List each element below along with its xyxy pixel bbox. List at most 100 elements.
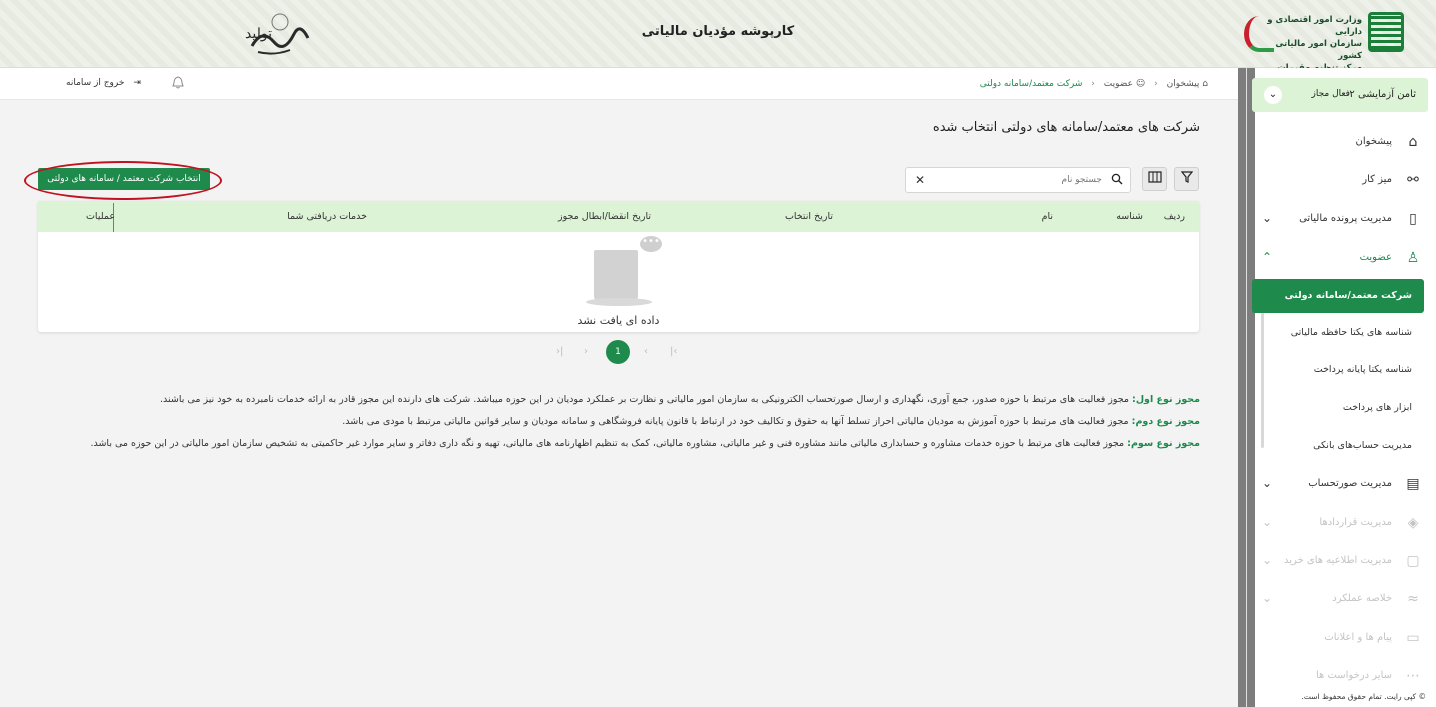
note-title: مجوز نوع سوم: [1127, 438, 1200, 449]
search-icon[interactable] [1111, 173, 1123, 188]
note-title: مجوز نوع اول: [1132, 394, 1200, 405]
sidebar-item-tax-file[interactable]: ▯ مدیریت پرونده مالیاتی ⌄ [1252, 205, 1428, 233]
note-text: مجوز فعالیت های مرتبط با حوزه آموزش به م… [342, 416, 1132, 427]
table-header: ردیف شناسه نام تاریخ انتخاب تاریخ انقضا/… [38, 201, 1199, 232]
last-page-icon[interactable]: ›| [670, 346, 677, 357]
app-title: کارپوشه مؤدیان مالیاتی [641, 24, 795, 39]
profile-role: فعال مجاز [1311, 89, 1350, 99]
logout-button[interactable]: ⇥ خروج از سامانه [66, 78, 141, 88]
prev-page-icon[interactable]: ‹ [584, 346, 588, 357]
sidebar-item-label: میز کار [1362, 174, 1392, 185]
license-notes: مجوز نوع اول: مجوز فعالیت های مرتبط با ح… [80, 392, 1200, 458]
user-icon: ♙ [1406, 250, 1420, 266]
breadcrumb-home[interactable]: پیشخوان [1167, 79, 1200, 89]
sidebar-item-other-requests: ⋯ سایر درخواست ها [1252, 662, 1428, 690]
note-text: مجوز فعالیت های مرتبط با حوزه خدمات مشاو… [90, 438, 1128, 449]
columns-button[interactable] [1142, 167, 1167, 191]
sidebar-item-label: پیشخوان [1355, 136, 1392, 147]
chat-bubble-icon: ••• [640, 236, 662, 252]
note-title: مجوز نوع دوم: [1131, 416, 1200, 427]
sidebar-subitem-label: ابزار های پرداخت [1342, 402, 1412, 413]
chevron-down-icon: ⌄ [1262, 211, 1273, 225]
sidebar-subitem-trusted-company[interactable]: شرکت معتمد/سامانه دولتی [1252, 279, 1424, 313]
chevron-down-icon[interactable]: ⌄ [1264, 86, 1282, 104]
search-input[interactable] [952, 172, 1102, 188]
empty-state-text: داده ای یافت نشد [577, 314, 660, 327]
org-line-1: وزارت امور اقتصادی و دارایی [1267, 15, 1362, 37]
sidebar-subitem-payment-tools[interactable]: ابزار های پرداخت [1252, 391, 1424, 425]
sidebar-subitem-bank-accounts[interactable]: مدیریت حساب‌های بانکی [1252, 429, 1424, 463]
chart-icon: ≈ [1407, 591, 1419, 607]
note-type-1: مجوز نوع اول: مجوز فعالیت های مرتبط با ح… [80, 392, 1200, 407]
breadcrumb-separator: ‹ [1154, 79, 1158, 89]
sidebar-item-label: مدیریت اطلاعیه های خرید [1284, 555, 1392, 566]
sidebar-subitem-label: شرکت معتمد/سامانه دولتی [1284, 290, 1412, 301]
clear-icon[interactable]: ✕ [915, 173, 925, 187]
workflow-icon: ⚯ [1407, 172, 1419, 188]
bag-icon: ▢ [1406, 553, 1420, 569]
sidebar-subitem-terminal-ids[interactable]: شناسه یکتا پایانه پرداخت [1252, 353, 1424, 387]
sidebar-item-label: عضویت [1359, 252, 1392, 263]
note-type-2: مجوز نوع دوم: مجوز فعالیت های مرتبط با ح… [80, 414, 1200, 429]
org-line-2: سازمان امور مالیاتی کشور [1275, 39, 1362, 61]
sidebar-item-membership[interactable]: ♙ عضویت ⌃ [1252, 244, 1428, 272]
first-page-icon[interactable]: |‹ [556, 346, 563, 357]
profile-selector[interactable]: ثامن آزمایشی ۲ فعال مجاز ⌄ [1252, 78, 1428, 112]
home-icon: ⌂ [1408, 134, 1418, 150]
sidebar-item-performance: ≈ خلاصه عملکرد ⌄ [1252, 585, 1428, 613]
chevron-down-icon: ⌄ [1262, 515, 1273, 529]
emblem-icon [1368, 12, 1404, 52]
logout-label: خروج از سامانه [66, 78, 125, 88]
chevron-down-icon: ⌄ [1262, 476, 1273, 490]
sidebar-subitem-label: شناسه های یکتا حافظه مالیاتی [1290, 327, 1412, 338]
sidebar-item-dashboard[interactable]: ⌂ پیشخوان [1252, 128, 1428, 156]
column-header-row: ردیف [1163, 211, 1185, 222]
column-header-services: خدمات دریافتی شما [287, 211, 367, 222]
document-icon: ▯ [1409, 211, 1417, 227]
sidebar-item-label: مدیریت پرونده مالیاتی [1299, 213, 1392, 224]
sidebar-item-contracts: ◈ مدیریت قراردادها ⌄ [1252, 509, 1428, 537]
profile-name: ثامن آزمایشی ۲ [1349, 89, 1416, 100]
top-bar: ⌂ پیشخوان ‹ ☺ عضویت ‹ شرکت معتمد/سامانه … [0, 68, 1246, 100]
sidebar-item-workdesk[interactable]: ⚯ میز کار [1252, 166, 1428, 194]
column-header-select-date: تاریخ انتخاب [784, 211, 833, 222]
swoosh-icon [1244, 16, 1274, 52]
sidebar-item-invoices[interactable]: ▤ مدیریت صورتحساب ⌄ [1252, 470, 1428, 498]
organization-logo: وزارت امور اقتصادی و دارایی سازمان امور … [1244, 12, 1404, 73]
breadcrumb-current: شرکت معتمد/سامانه دولتی [979, 79, 1083, 89]
sidebar-item-label: مدیریت صورتحساب [1308, 478, 1392, 489]
app-header: کارپوشه مؤدیان مالیاتی وزارت امور اقتصاد… [0, 0, 1436, 73]
handshake-icon: ◈ [1407, 515, 1419, 531]
pagination: |‹ ‹ 1 › ›| [552, 340, 682, 364]
filter-icon [1180, 171, 1193, 186]
sidebar-item-label: سایر درخواست ها [1315, 670, 1392, 681]
chevron-down-icon: ⌄ [1262, 591, 1273, 605]
user-small-icon: ☺ [1135, 79, 1146, 89]
bell-icon[interactable] [172, 76, 184, 92]
message-icon: ▭ [1406, 630, 1420, 646]
receipt-icon: ▤ [1406, 476, 1420, 492]
page-current[interactable]: 1 [606, 340, 630, 364]
home-small-icon: ⌂ [1202, 79, 1208, 89]
slogan-calligraphy: تولید [244, 8, 314, 60]
next-page-icon[interactable]: › [644, 346, 648, 357]
column-header-expiry-date: تاریخ انقضا/ابطال مجوز [558, 211, 651, 222]
main-scrollbar[interactable] [1238, 68, 1246, 707]
note-text: مجوز فعالیت های مرتبط با حوزه صدور، جمع … [160, 394, 1133, 405]
sidebar-subitem-memory-ids[interactable]: شناسه های یکتا حافظه مالیاتی [1252, 316, 1424, 350]
page-title: شرکت های معتمد/سامانه های دولتی انتخاب ش… [932, 120, 1200, 135]
columns-icon [1147, 171, 1162, 186]
note-type-3: مجوز نوع سوم: مجوز فعالیت های مرتبط با ح… [80, 436, 1200, 451]
sidebar-item-messages: ▭ پیام ها و اعلانات [1252, 624, 1428, 652]
calligraphy-icon: تولید [245, 13, 310, 55]
sidebar-item-purchase-notices: ▢ مدیریت اطلاعیه های خرید ⌄ [1252, 547, 1428, 575]
sidebar: ثامن آزمایشی ۲ فعال مجاز ⌄ ⌂ پیشخوان ⚯ م… [1246, 68, 1436, 707]
filter-button[interactable] [1174, 167, 1199, 191]
slogan-text: تولید [245, 26, 272, 42]
breadcrumb-membership[interactable]: عضویت [1104, 79, 1133, 89]
copyright-text: © کپی رایت. تمام حقوق محفوظ است. [1301, 692, 1427, 701]
search-box: ✕ [905, 167, 1131, 193]
breadcrumb: ⌂ پیشخوان ‹ ☺ عضویت ‹ شرکت معتمد/سامانه … [980, 79, 1208, 89]
logout-icon: ⇥ [133, 78, 141, 88]
sidebar-item-label: مدیریت قراردادها [1319, 517, 1392, 528]
